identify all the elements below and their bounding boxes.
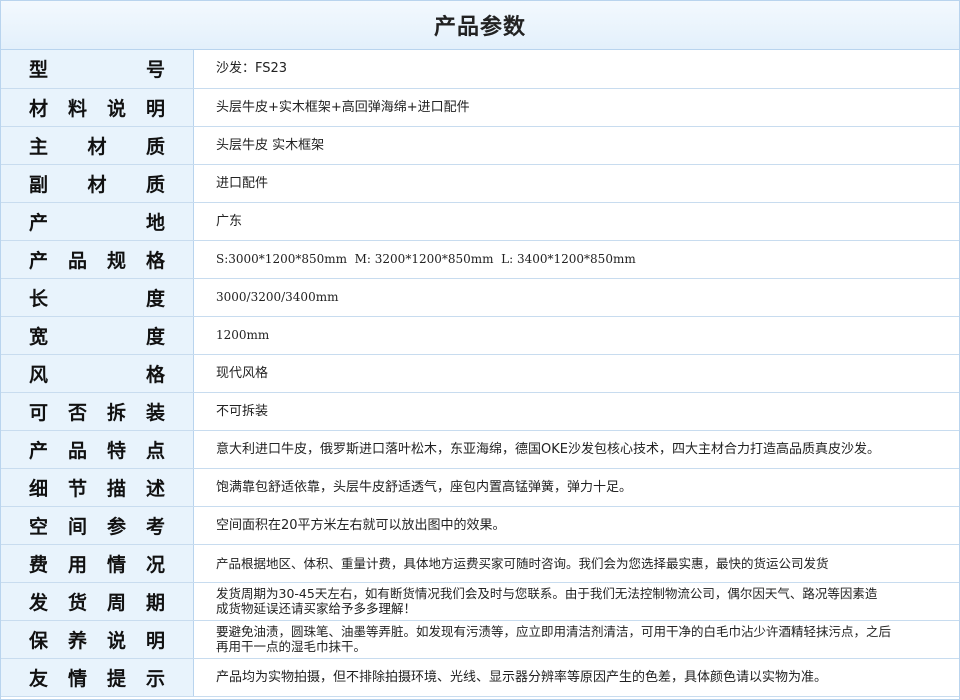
row-value: 广东 [193,202,959,241]
table-row-length: 长度 3000/3200/3400mm [1,278,959,317]
table-row-detachable: 可否拆装 不可拆装 [1,392,959,431]
table-row-costs: 费用情况 产品根据地区、体积、重量计费，具体地方运费买家可随时咨询。我们会为您选… [1,544,959,583]
row-value: 发货周期为30-45天左右，如有断货情况我们会及时与您联系。由于我们无法控制物流… [193,582,959,621]
row-label: 风格 [29,363,165,386]
table-row-origin: 产地 广东 [1,202,959,241]
row-label: 产地 [29,211,165,234]
row-value: 头层牛皮+实木框架+高回弹海绵+进口配件 [193,88,959,127]
product-parameters-sheet: 产品参数 型号 沙发：FS23 材料说明 头层牛皮+实木框架+高回弹海绵+进口配… [0,0,960,700]
row-label: 产品规格 [29,249,165,272]
row-value: 不可拆装 [193,392,959,431]
table-row-model: 型号 沙发：FS23 [1,50,959,89]
row-label: 长度 [29,287,165,310]
row-value: 饱满靠包舒适依靠，头层牛皮舒适透气，座包内置高锰弹簧，弹力十足。 [193,468,959,507]
row-value: 空间面积在20平方米左右就可以放出图中的效果。 [193,506,959,545]
table-row-space: 空间参考 空间面积在20平方米左右就可以放出图中的效果。 [1,506,959,545]
row-label: 友情提示 [29,667,165,690]
row-value: 产品根据地区、体积、重量计费，具体地方运费买家可随时咨询。我们会为您选择最实惠，… [193,544,959,583]
table-row-specification: 产品规格 S:3000*1200*850mm M: 3200*1200*850m… [1,240,959,279]
row-value: 要避免油渍，圆珠笔、油墨等弄脏。如发现有污渍等，应立即用清洁剂清洁，可用干净的白… [193,620,959,659]
table-row-style: 风格 现代风格 [1,354,959,393]
table-row-materials: 材料说明 头层牛皮+实木框架+高回弹海绵+进口配件 [1,88,959,127]
row-value: 沙发：FS23 [193,50,959,89]
row-value: S:3000*1200*850mm M: 3200*1200*850mm L: … [193,240,959,279]
row-value: 头层牛皮 实木框架 [193,126,959,165]
row-label: 副材质 [29,173,165,196]
row-label: 可否拆装 [29,401,165,424]
parameters-table: 型号 沙发：FS23 材料说明 头层牛皮+实木框架+高回弹海绵+进口配件 主材质… [1,50,959,697]
table-row-shipping: 发货周期 发货周期为30-45天左右，如有断货情况我们会及时与您联系。由于我们无… [1,582,959,621]
row-label: 材料说明 [29,97,165,120]
row-label: 宽度 [29,325,165,348]
row-value: 1200mm [193,316,959,355]
row-value: 现代风格 [193,354,959,393]
table-row-maintenance: 保养说明 要避免油渍，圆珠笔、油墨等弄脏。如发现有污渍等，应立即用清洁剂清洁，可… [1,620,959,659]
sheet-title: 产品参数 [1,1,959,50]
table-row-features: 产品特点 意大利进口牛皮，俄罗斯进口落叶松木，东亚海绵，德国OKE沙发包核心技术… [1,430,959,469]
row-label: 型号 [29,59,165,82]
row-value: 进口配件 [193,164,959,203]
table-row-tips: 友情提示 产品均为实物拍摄，但不排除拍摄环境、光线、显示器分辨率等原因产生的色差… [1,658,959,697]
row-label: 产品特点 [29,439,165,462]
row-label: 保养说明 [29,629,165,652]
table-row-details: 细节描述 饱满靠包舒适依靠，头层牛皮舒适透气，座包内置高锰弹簧，弹力十足。 [1,468,959,507]
row-label: 空间参考 [29,515,165,538]
table-row-secondary-material: 副材质 进口配件 [1,164,959,203]
row-label: 主材质 [29,135,165,158]
row-value: 意大利进口牛皮，俄罗斯进口落叶松木，东亚海绵，德国OKE沙发包核心技术，四大主材… [193,430,959,469]
row-label: 费用情况 [29,553,165,576]
row-value: 3000/3200/3400mm [193,278,959,317]
table-row-width: 宽度 1200mm [1,316,959,355]
table-row-main-material: 主材质 头层牛皮 实木框架 [1,126,959,165]
row-label: 发货周期 [29,591,165,614]
row-value: 产品均为实物拍摄，但不排除拍摄环境、光线、显示器分辨率等原因产生的色差，具体颜色… [193,658,959,697]
row-label: 细节描述 [29,477,165,500]
